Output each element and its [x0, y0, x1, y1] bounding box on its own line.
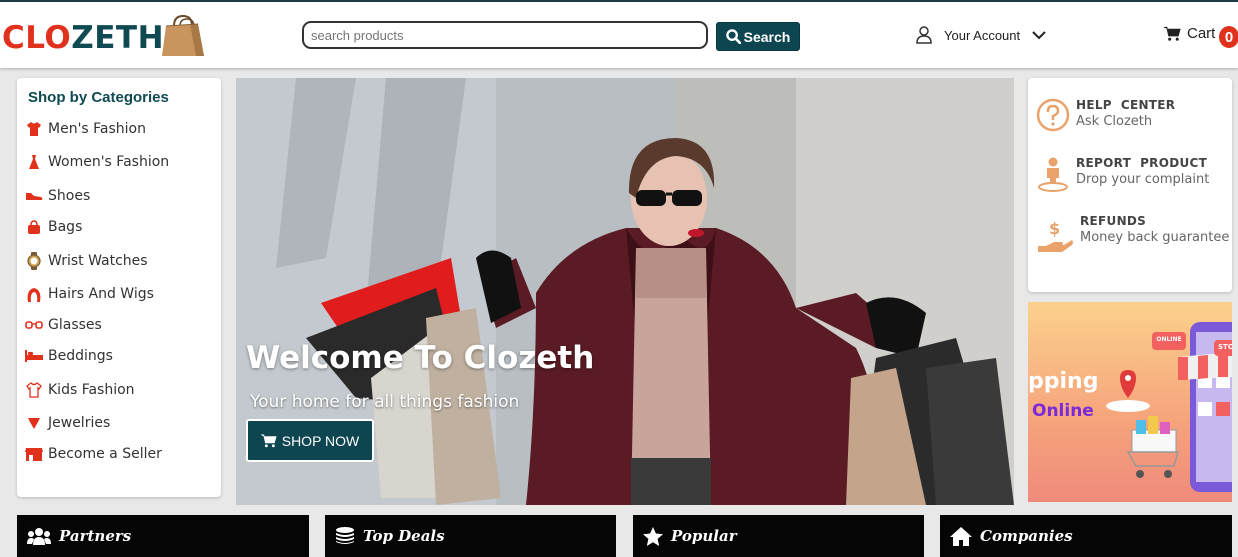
category-womens-fashion[interactable]: Women's Fashion: [25, 153, 169, 171]
cart-icon: [260, 433, 277, 447]
search-icon: [725, 29, 741, 44]
category-label: Bags: [48, 219, 83, 235]
refunds-link[interactable]: $ REFUNDS Money back guarantee: [1036, 214, 1230, 258]
category-label: Jewelries: [48, 415, 111, 431]
category-bags[interactable]: Bags: [25, 218, 82, 236]
cart-label: Cart: [1187, 25, 1216, 42]
search-input[interactable]: [302, 21, 708, 49]
top-deals-section-bar[interactable]: Top Deals: [325, 515, 616, 557]
search-button[interactable]: Search: [716, 22, 800, 51]
help-center-sub: Ask Clozeth: [1076, 114, 1153, 129]
top-deals-label: Top Deals: [363, 527, 445, 545]
category-jewelries[interactable]: Jewelries: [25, 414, 110, 432]
user-icon: [916, 26, 932, 44]
category-label: Wrist Watches: [48, 253, 148, 269]
bed-icon: [25, 347, 43, 365]
category-label: Kids Fashion: [48, 382, 135, 398]
refunds-heading: REFUNDS: [1080, 214, 1147, 228]
logo-text-teal: ZETH: [71, 20, 165, 56]
category-glasses[interactable]: Glasses: [25, 316, 102, 334]
account-menu[interactable]: Your Account: [916, 26, 1046, 44]
category-hairs-and-wigs[interactable]: Hairs And Wigs: [25, 285, 154, 303]
hero-title: Welcome To Clozeth: [246, 340, 595, 376]
hair-icon: [25, 285, 43, 303]
category-label: Hairs And Wigs: [48, 286, 154, 302]
category-become-seller[interactable]: Become a Seller: [25, 445, 162, 463]
home-icon: [950, 526, 972, 546]
question-circle-icon: [1036, 98, 1070, 132]
report-product-link[interactable]: REPORT PRODUCT Drop your complaint: [1036, 156, 1209, 192]
promo-text-shopping: pping: [1028, 369, 1099, 394]
site-header: CLOZETH Search Your Account Cart 0: [0, 2, 1238, 68]
category-label: Glasses: [48, 317, 102, 333]
category-label: Become a Seller: [48, 446, 162, 462]
report-product-heading: REPORT PRODUCT: [1076, 156, 1208, 170]
category-label: Shoes: [48, 188, 91, 204]
category-panel: Shop by Categories Men's Fashion Women's…: [17, 78, 221, 497]
chevron-down-icon: [1032, 31, 1046, 40]
refunds-sub: Money back guarantee: [1080, 230, 1230, 245]
store-icon: [25, 445, 43, 463]
coins-icon: [335, 527, 355, 545]
popular-section-bar[interactable]: Popular: [633, 515, 924, 557]
report-product-sub: Drop your complaint: [1076, 172, 1210, 187]
promo-tag-online: ONLINE: [1156, 336, 1182, 343]
money-hand-icon: $: [1038, 219, 1073, 252]
shop-now-label: SHOP NOW: [281, 432, 360, 449]
companies-label: Companies: [980, 527, 1073, 545]
category-panel-title: Shop by Categories: [28, 89, 169, 106]
partners-section-bar[interactable]: Partners: [17, 515, 309, 557]
cart-link[interactable]: Cart: [1164, 25, 1215, 42]
hero-subtitle: Your home for all things fashion: [250, 392, 520, 412]
watch-icon: [25, 252, 43, 270]
category-mens-fashion[interactable]: Men's Fashion: [25, 120, 146, 138]
kids-shirt-icon: [25, 381, 43, 399]
person-pin-icon: [1038, 157, 1068, 192]
dress-icon: [25, 153, 43, 171]
help-panel: HELP CENTER Ask Clozeth REPORT PRODUCT D…: [1028, 78, 1232, 292]
cart-count-badge: 0: [1219, 26, 1238, 48]
users-icon: [27, 527, 51, 545]
promo-tag-store: STORE: [1218, 343, 1232, 351]
category-shoes[interactable]: Shoes: [25, 187, 90, 205]
account-label: Your Account: [944, 27, 1021, 43]
star-icon: [643, 526, 663, 546]
logo-text-red: CLO: [2, 20, 72, 56]
category-label: Beddings: [48, 348, 113, 364]
help-center-heading: HELP CENTER: [1076, 98, 1176, 112]
category-label: Women's Fashion: [48, 154, 170, 170]
partners-label: Partners: [59, 527, 132, 545]
logo[interactable]: CLOZETH: [2, 18, 164, 58]
jewelry-icon: [25, 414, 43, 432]
category-beddings[interactable]: Beddings: [25, 347, 113, 365]
popular-label: Popular: [671, 527, 737, 545]
shirt-icon: [25, 120, 43, 138]
help-center-link[interactable]: HELP CENTER Ask Clozeth: [1036, 98, 1175, 132]
bag-icon: [25, 218, 43, 236]
promo-text-online: Online: [1032, 401, 1094, 421]
hero-banner: Welcome To Clozeth Your home for all thi…: [236, 78, 1014, 505]
glasses-icon: [25, 316, 43, 334]
svg-text:$: $: [1049, 219, 1060, 238]
shopping-bag-logo-icon: [162, 14, 204, 56]
shop-now-button[interactable]: SHOP NOW: [246, 419, 374, 462]
category-kids-fashion[interactable]: Kids Fashion: [25, 381, 135, 399]
search-button-label: Search: [743, 28, 791, 45]
category-label: Men's Fashion: [48, 121, 146, 137]
promo-banner[interactable]: pping Online ONLINE STORE: [1028, 302, 1232, 502]
cart-icon: [1164, 26, 1181, 41]
category-wrist-watches[interactable]: Wrist Watches: [25, 252, 148, 270]
companies-section-bar[interactable]: Companies: [940, 515, 1232, 557]
shoe-icon: [25, 187, 43, 205]
